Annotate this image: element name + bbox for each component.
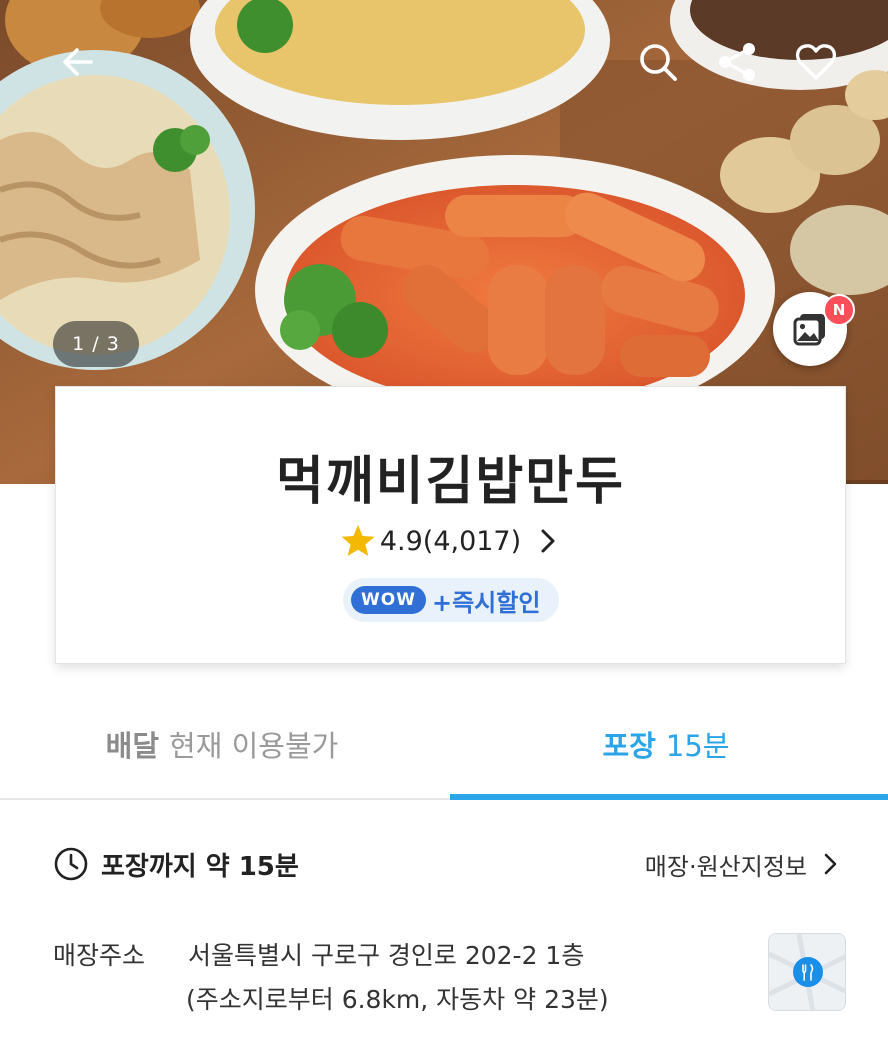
active-tab-indicator [450,794,888,800]
favorite-button[interactable] [790,36,842,88]
search-icon [640,44,677,81]
tab-pickup-label: 포장 [602,729,656,763]
map-thumbnail[interactable] [768,933,846,1011]
wow-label: WOW [351,586,426,614]
store-name: 먹깨비김밥만두 [276,452,625,512]
store-distance: (주소지로부터 6.8km, 자동차 약 23분) [186,985,609,1014]
map-pin-icon [769,934,845,1010]
address-label: 매장주소 [53,941,146,970]
chevron-right-icon [525,528,561,554]
wow-discount-badge: WOW +즉시할인 [343,578,559,622]
rating-text: 4.9(4,017) [379,525,522,557]
pickup-time-title: 포장까지 약 15분 [101,851,299,882]
back-arrow-icon [63,48,93,76]
tab-delivery[interactable]: 배달 현재 이용불가 [0,690,444,798]
clock-icon [53,846,89,882]
back-button[interactable] [52,36,104,88]
tab-pickup[interactable]: 포장 15분 [444,690,888,798]
chevron-right-icon [824,853,837,875]
share-icon [719,43,755,81]
new-badge: N [823,294,855,326]
store-address: 서울특별시 구로구 경인로 202-2 1층 [188,941,585,970]
tab-pickup-time: 15분 [665,729,730,763]
pickup-time-row: 포장까지 약 15분 매장·원산지정보 [53,842,843,886]
share-button[interactable] [711,36,763,88]
search-button[interactable] [632,36,684,88]
store-origin-info-link[interactable]: 매장·원산지정보 [645,842,843,886]
tab-delivery-label: 배달 [105,729,160,763]
star-icon [340,524,376,558]
heart-icon [795,44,837,80]
tab-delivery-status: 현재 이용불가 [169,729,339,763]
image-counter: 1 / 3 [53,321,139,367]
rating-link[interactable]: 4.9(4,017) [56,524,845,558]
wow-discount-text: +즉시할인 [431,588,541,617]
store-info-card: 먹깨비김밥만두 4.9(4,017) WOW +즉시할인 [55,386,846,664]
order-type-tabs: 배달 현재 이용불가 포장 15분 [0,690,888,800]
store-origin-info-label: 매장·원산지정보 [644,852,807,881]
